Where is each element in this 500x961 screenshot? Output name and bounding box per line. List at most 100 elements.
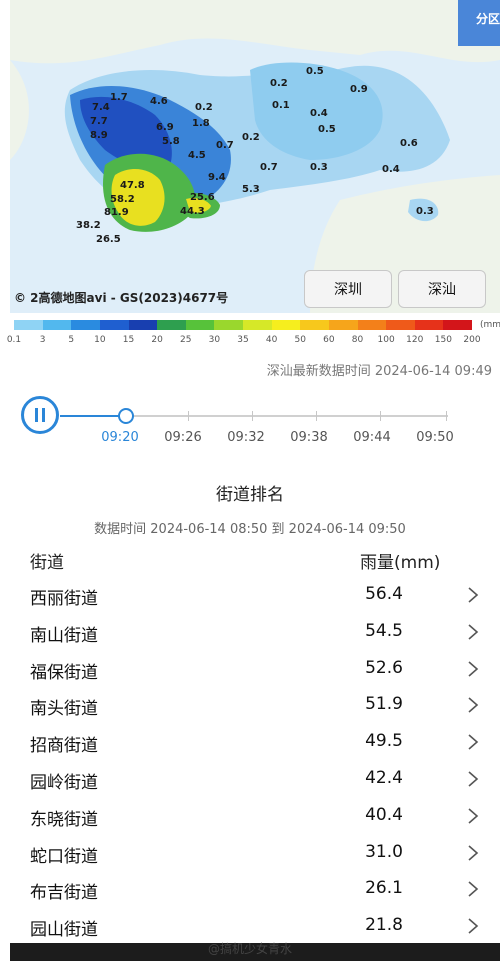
map-value: 1.8 (192, 118, 210, 129)
map-value: 0.3 (310, 162, 328, 173)
map-value: 5.8 (162, 136, 180, 147)
rainfall-value: 52.6 (365, 657, 403, 678)
rainfall-value: 56.4 (365, 584, 403, 604)
chevron-right-icon (468, 624, 479, 640)
map-value: 0.3 (416, 206, 434, 217)
rainfall-map[interactable]: 1.7 7.4 7.7 8.9 4.6 0.2 1.8 6.9 5.8 4.5 … (10, 0, 500, 313)
legend-tick-label: 30 (208, 335, 221, 345)
chevron-right-icon (468, 881, 479, 897)
ranking-title: 街道排名 (216, 485, 284, 505)
legend-tick-label: 25 (180, 335, 192, 345)
shenshan-button[interactable]: 深汕 (398, 270, 486, 308)
chevron-right-icon (468, 697, 479, 713)
map-value: 5.3 (242, 184, 260, 195)
chevron-right-icon (468, 844, 479, 861)
legend-swatch (185, 320, 215, 330)
timeline-progress (60, 415, 126, 417)
ranking-row[interactable]: 福保街道 52.6 (0, 652, 500, 688)
rainfall-legend-bar (14, 320, 472, 330)
latest-data-time: 深汕最新数据时间 2024-06-14 09:49 (266, 364, 492, 379)
legend-tick-label: 60 (323, 335, 335, 345)
pause-button[interactable] (21, 396, 59, 434)
map-background (10, 0, 500, 313)
timeline-label[interactable]: 09:44 (353, 430, 390, 445)
legend-swatch (328, 320, 358, 330)
ranking-row[interactable]: 南山街道 54.5 (0, 615, 500, 651)
timeline-knob[interactable] (118, 408, 134, 424)
rainfall-value: 40.4 (365, 804, 403, 825)
legend-swatch (443, 320, 472, 330)
watermark: @搞机少女青水 (207, 942, 292, 956)
street-name: 南山街道 (30, 625, 98, 646)
legend-tick-label: 15 (122, 335, 135, 345)
timeline-label[interactable]: 09:38 (290, 430, 327, 445)
map-copyright: © 2高德地图avi - GS(2023)4677号 (14, 291, 229, 305)
map-value: 81.9 (104, 207, 129, 218)
legend-swatch (214, 320, 243, 330)
map-value: 0.5 (318, 124, 336, 135)
rainfall-value: 26.1 (365, 878, 403, 899)
ranking-row[interactable]: 东晓街道 40.4 (0, 799, 500, 835)
ranking-row[interactable]: 招商街道 49.5 (0, 725, 500, 761)
pause-icon (42, 408, 45, 422)
pause-icon (35, 408, 38, 422)
timeline-label[interactable]: 09:20 (101, 430, 138, 445)
legend-swatch (243, 320, 272, 330)
rainfall-value: 51.9 (365, 694, 403, 715)
map-value: 0.7 (216, 140, 234, 151)
district-split-tab[interactable]: 分区 (458, 0, 500, 46)
street-name: 蛇口街道 (30, 846, 98, 867)
map-value: 0.5 (306, 66, 324, 77)
legend-tick-label: 5 (68, 335, 75, 345)
legend-tick-label: 50 (294, 335, 306, 345)
map-value: 26.5 (96, 234, 121, 245)
rainfall-value: 49.5 (365, 731, 403, 752)
legend-tick-label: 100 (377, 335, 395, 345)
rainfall-value: 21.8 (365, 915, 403, 936)
column-header-rainfall: 雨量(mm) (360, 553, 441, 573)
map-value: 0.6 (400, 138, 418, 149)
chevron-right-icon (468, 808, 479, 824)
street-name: 布吉街道 (30, 883, 98, 904)
map-value: 25.6 (190, 192, 215, 203)
timeline-label[interactable]: 09:50 (416, 430, 453, 445)
chevron-right-icon (468, 660, 479, 677)
legend-tick-label: 3 (39, 335, 46, 345)
legend-swatch (99, 320, 129, 330)
map-value: 4.5 (188, 150, 206, 161)
legend-tick-label: 35 (237, 335, 249, 345)
ranking-row[interactable]: 布吉街道 26.1 (0, 872, 500, 908)
street-name: 福保街道 (30, 662, 98, 683)
chevron-right-icon (468, 734, 479, 750)
legend-tick-label: 120 (406, 335, 424, 345)
legend-swatch (128, 320, 158, 330)
street-name: 园岭街道 (30, 773, 98, 793)
timeline-tick (446, 411, 447, 421)
legend-swatch (157, 320, 186, 330)
legend-swatch (71, 320, 100, 330)
timeline-label[interactable]: 09:32 (227, 430, 264, 445)
map-value: 0.2 (270, 78, 288, 89)
rainfall-value: 42.4 (365, 768, 403, 788)
ranking-row[interactable]: 园岭街道 42.4 (0, 762, 500, 798)
map-value: 0.2 (195, 102, 213, 113)
timeline-tick (252, 411, 253, 421)
legend-unit: (mm (480, 320, 500, 330)
street-name: 南头街道 (30, 699, 98, 720)
legend-tick-label: 0.1 (6, 335, 22, 345)
ranking-row[interactable]: 西丽街道 56.4 (0, 578, 500, 614)
legend-swatch (271, 320, 301, 330)
map-value: 9.4 (208, 172, 226, 183)
map-value: 0.2 (242, 132, 260, 143)
ranking-row[interactable]: 南头街道 51.9 (0, 688, 500, 724)
chevron-right-icon (468, 587, 479, 603)
map-value: 0.1 (272, 100, 290, 111)
ranking-time-range: 数据时间 2024-06-14 08:50 到 2024-06-14 09:50 (94, 522, 406, 537)
street-name: 招商街道 (30, 736, 98, 757)
legend-swatch (357, 320, 387, 330)
timeline-label[interactable]: 09:26 (164, 430, 201, 445)
legend-swatch (42, 320, 72, 330)
ranking-row[interactable]: 蛇口街道 31.0 (0, 836, 500, 872)
shenzhen-button[interactable]: 深圳 (304, 270, 392, 308)
timeline-tick (188, 411, 189, 421)
